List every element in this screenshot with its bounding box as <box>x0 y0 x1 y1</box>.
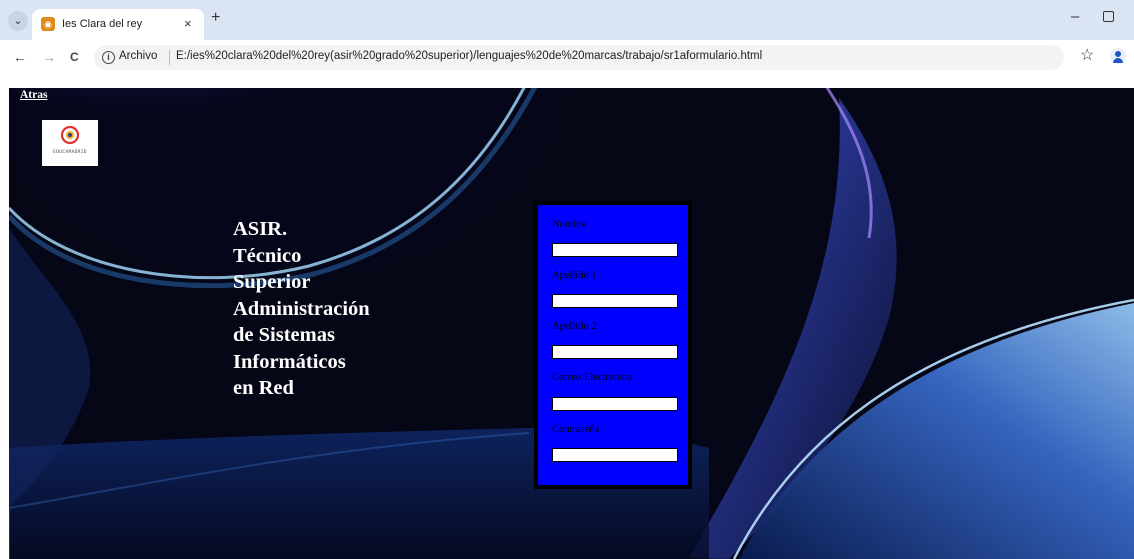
chevron-down-icon: ⌄ <box>13 15 23 27</box>
tab-title: Ies Clara del rey <box>62 18 143 30</box>
heading-line: Superior <box>233 271 311 293</box>
heading-line: Informáticos <box>233 350 346 373</box>
registration-form: Nombre Apellido 1 Apellido 2 Correo Elec… <box>534 201 692 489</box>
page-heading: ASIR. Técnico Superior Administración de… <box>233 216 370 402</box>
back-link[interactable]: Atras <box>20 89 47 101</box>
back-button[interactable]: ← <box>13 49 27 65</box>
forward-button[interactable]: → <box>42 49 56 65</box>
page-background: Atras EDUCAMADRID ASIR. Técnico Superior… <box>9 88 1134 559</box>
address-bar[interactable]: i Archivo E:/ies%20clara%20del%20rey(asi… <box>94 45 1064 70</box>
browser-toolbar: ← → C i Archivo E:/ies%20clara%20del%20r… <box>0 40 1134 73</box>
heading-line: de Sistemas <box>233 324 335 346</box>
password-input[interactable] <box>552 448 678 462</box>
bookmark-star-icon[interactable]: ☆ <box>1080 45 1094 65</box>
logo-emblem-icon <box>61 126 79 144</box>
apellido2-label: Apellido 2 <box>552 321 597 332</box>
url-text[interactable]: E:/ies%20clara%20del%20rey(asir%20grado%… <box>176 50 762 62</box>
scheme-label: Archivo <box>119 50 158 62</box>
heading-line: Administración <box>233 297 370 320</box>
tab-close-button[interactable]: × <box>184 16 192 31</box>
info-icon[interactable]: i <box>102 51 115 64</box>
tab-active[interactable]: ◉ Ies Clara del rey × <box>32 9 204 40</box>
educamadrid-logo: EDUCAMADRID <box>42 120 98 166</box>
logo-text: EDUCAMADRID <box>53 150 87 155</box>
minimize-button[interactable]: – <box>1071 8 1079 25</box>
new-tab-button[interactable]: + <box>211 9 220 27</box>
nombre-input[interactable] <box>552 243 678 257</box>
apellido1-label: Apellido 1 <box>552 270 597 281</box>
divider <box>169 50 170 65</box>
page-viewport: Atras EDUCAMADRID ASIR. Técnico Superior… <box>0 73 1134 559</box>
apellido2-input[interactable] <box>552 345 678 359</box>
tab-strip: ⌄ ◉ Ies Clara del rey × + – <box>0 0 1134 40</box>
email-label: Correo Electronico <box>552 372 633 383</box>
apellido1-input[interactable] <box>552 294 678 308</box>
restore-button[interactable] <box>1103 11 1114 22</box>
reload-button[interactable]: C <box>70 50 79 64</box>
tab-search-button[interactable]: ⌄ <box>8 11 28 31</box>
password-label: Contraseña <box>552 424 600 435</box>
heading-line: en Red <box>233 377 294 399</box>
email-input[interactable] <box>552 397 678 411</box>
heading-line: Técnico <box>233 244 302 267</box>
heading-line: ASIR. <box>233 218 288 240</box>
profile-avatar-icon[interactable] <box>1110 48 1126 64</box>
favicon-icon: ◉ <box>41 17 55 31</box>
nombre-label: Nombre <box>552 219 587 230</box>
